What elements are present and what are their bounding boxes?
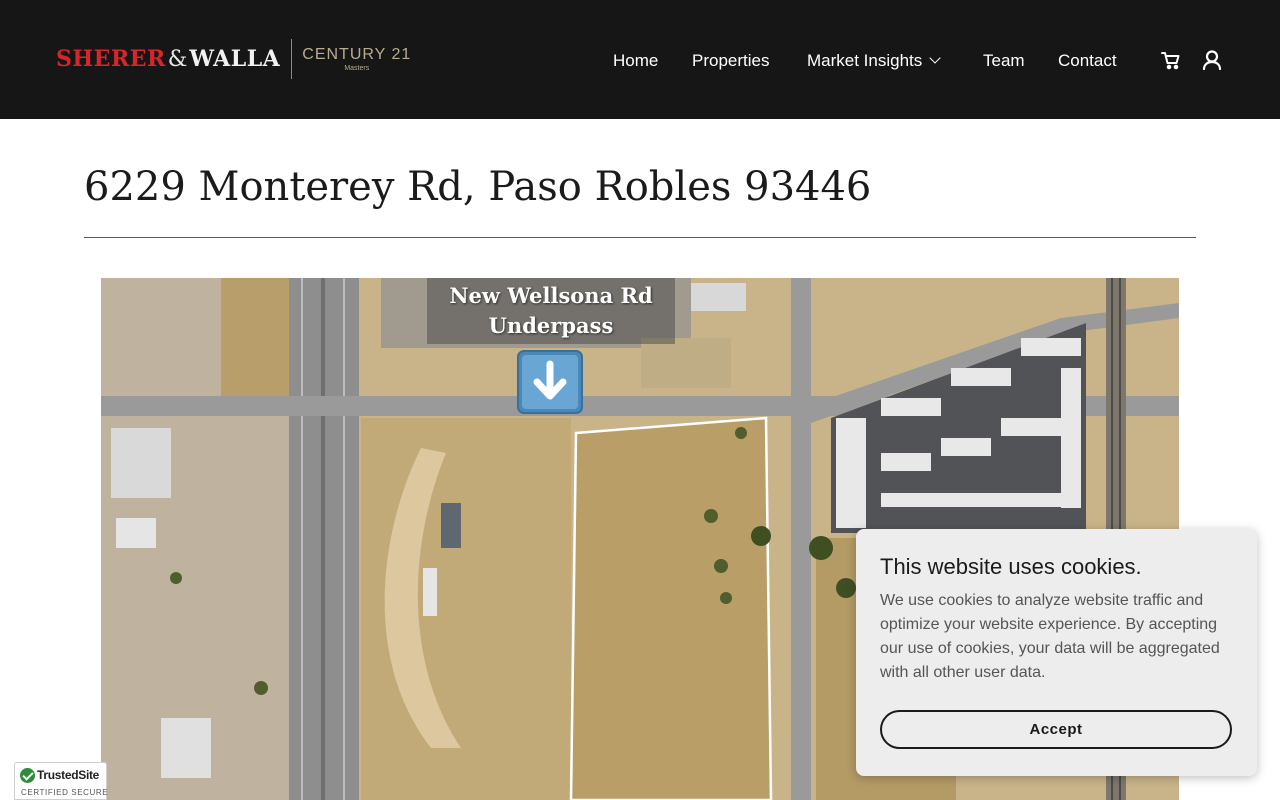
nav-contact[interactable]: Contact [1058,51,1117,71]
page-title: 6229 Monterey Rd, Paso Robles 93446 [84,164,872,210]
chevron-down-icon [929,52,941,64]
cookie-banner-text: We use cookies to analyze website traffi… [880,592,1220,681]
logo-sherer-text: SHERER [56,46,166,72]
nav-team[interactable]: Team [983,51,1025,71]
title-divider [84,237,1196,238]
nav-properties[interactable]: Properties [692,51,769,71]
site-logo[interactable]: SHERER & WALLA CENTURY 21 Masters [56,38,411,80]
nav-market-insights-label: Market Insights [807,51,923,70]
nav-home[interactable]: Home [613,51,658,71]
century21-logo: CENTURY 21 Masters [302,46,411,72]
underpass-label-line2: Underpass [488,313,614,338]
nav-market-insights[interactable]: Market Insights [807,51,941,71]
logo-divider [291,39,293,79]
trustedsite-badge[interactable]: TrustedSite CERTIFIED SECURE [14,762,109,800]
check-icon [20,768,35,783]
cookie-banner-title: This website uses cookies. [880,554,1142,579]
century21-text: CENTURY 21 [302,46,412,63]
site-header: SHERER & WALLA CENTURY 21 Masters Home P… [0,0,1280,119]
account-icon[interactable] [1201,49,1223,71]
down-arrow-icon [517,350,583,414]
accept-cookies-button[interactable]: Accept [880,710,1232,749]
underpass-label-line1: New Wellsona Rd [449,283,653,308]
logo-walla-text: WALLA [189,46,281,72]
cookie-banner: This website uses cookies. We use cookie… [856,529,1257,776]
century21-subtext: Masters [344,65,370,72]
logo-ampersand: & [167,46,188,72]
trustedsite-name: TrustedSite [37,768,100,782]
cart-icon[interactable] [1160,49,1182,71]
underpass-label: New Wellsona Rd Underpass [427,278,675,344]
trustedsite-subtext: CERTIFIED SECURE [21,788,109,797]
